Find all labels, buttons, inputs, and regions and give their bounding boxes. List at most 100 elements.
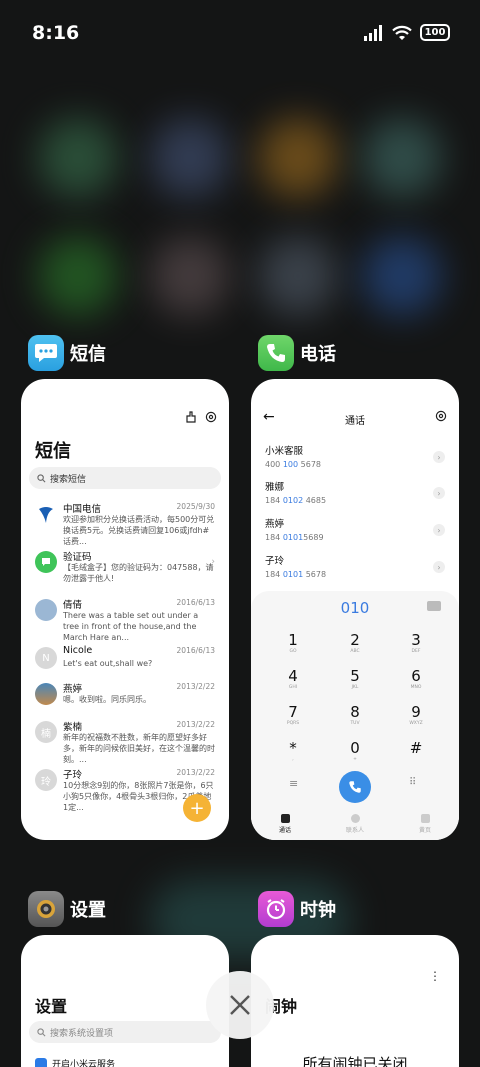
- sender-name: Nicole: [63, 645, 93, 656]
- message-date: 2013/2/22: [176, 768, 215, 777]
- app-header-phone[interactable]: 电话: [258, 335, 336, 371]
- phone-card[interactable]: ← 通话 小米客服 400 100 5678 › 雅娜 184 0102 468…: [251, 379, 459, 840]
- broom-icon[interactable]: [185, 411, 197, 423]
- app-name-clock: 时钟: [300, 900, 336, 921]
- new-message-button[interactable]: +: [183, 794, 211, 822]
- app-name-settings: 设置: [70, 900, 106, 921]
- dial-key-5[interactable]: 5 JKL: [335, 667, 375, 699]
- search-input[interactable]: 搜索系统设置项: [29, 1021, 221, 1043]
- clock-card[interactable]: ⋮ 闹钟 所有闹钟已关闭: [251, 935, 459, 1067]
- settings-card[interactable]: 设置 搜索系统设置项 开启小米云服务: [21, 935, 229, 1067]
- list-item[interactable]: 中国电信 2025/9/30 欢迎参加积分兑换话费活动，每500分可兑换话费5元…: [35, 501, 215, 547]
- contact-number: 184 0102 4685: [265, 496, 327, 505]
- contact-row[interactable]: 燕婷 184 01015689 ›: [265, 516, 445, 550]
- avatar: [35, 599, 57, 621]
- phone-icon: [280, 814, 290, 823]
- contact-number: 184 01015689: [265, 533, 324, 542]
- call-button[interactable]: [339, 771, 371, 803]
- signal-icon: [364, 24, 382, 41]
- messages-card[interactable]: 短信 搜索短信 中国电信 2025/9/30 欢迎参加积分兑换话费活动，每500…: [21, 379, 229, 840]
- wifi-icon: [392, 25, 412, 40]
- dial-key-3[interactable]: 3 DEF: [396, 631, 436, 663]
- app-header-settings[interactable]: 设置: [28, 891, 106, 927]
- message-date: 2025/9/30: [176, 502, 215, 511]
- dial-key-8[interactable]: 8 TUV: [335, 703, 375, 735]
- avatar: 楠: [35, 721, 57, 743]
- page-title: 短信: [35, 441, 71, 462]
- status-time: 8:16: [32, 22, 80, 44]
- dial-key-9[interactable]: 9 WXYZ: [396, 703, 436, 735]
- avatar: [35, 503, 57, 525]
- phone-header: ← 通话: [251, 409, 459, 429]
- dial-key-star[interactable]: *,: [273, 739, 313, 771]
- menu-icon[interactable]: ≡: [289, 777, 298, 790]
- sender-name: 倩倩: [63, 600, 83, 611]
- message-date: 2013/2/22: [176, 682, 215, 691]
- message-date: 2016/6/13: [176, 598, 215, 607]
- search-icon: [37, 1027, 46, 1036]
- dial-key-6[interactable]: 6 MNO: [396, 667, 436, 699]
- message-preview: 新年的祝福数不胜数，新年的愿望好多好多，新年的问候依旧美好，在这个温馨的时刻。.…: [63, 733, 215, 764]
- message-date: 2013/2/22: [176, 720, 215, 729]
- contact-number: 184 0101 5678: [265, 570, 327, 579]
- dial-key-0[interactable]: 0 +: [335, 739, 375, 771]
- message-date: 2016/6/13: [176, 646, 215, 655]
- backspace-icon[interactable]: [427, 601, 441, 611]
- gear-icon[interactable]: [435, 410, 447, 422]
- status-bar: 8:16 100: [0, 0, 480, 70]
- sender-name: 燕婷: [63, 684, 83, 695]
- search-input[interactable]: 搜索短信: [29, 467, 221, 489]
- dial-key-4[interactable]: 4 GHI: [273, 667, 313, 699]
- contact-name: 子玲: [265, 556, 285, 567]
- app-header-clock[interactable]: 时钟: [258, 891, 336, 927]
- chevron-right-icon[interactable]: ›: [433, 487, 445, 499]
- dial-key-2[interactable]: 2 ABC: [335, 631, 375, 663]
- contact-row[interactable]: 雅娜 184 0102 4685 ›: [265, 479, 445, 513]
- chevron-right-icon[interactable]: ›: [433, 524, 445, 536]
- app-header-messages[interactable]: 短信: [28, 335, 106, 371]
- contact-name: 小米客服: [265, 446, 304, 457]
- message-preview: There was a table set out under a tree i…: [63, 611, 199, 642]
- close-icon: [230, 995, 250, 1015]
- clock-app-icon: [258, 891, 294, 927]
- gear-icon[interactable]: [205, 411, 217, 423]
- message-preview: 嗯。收到啦。同乐同乐。: [63, 695, 151, 704]
- tab-calls[interactable]: 通话: [265, 814, 305, 834]
- dialpad: 010 1 GO 2 ABC 3 DEF 4 GHI 5 JKL 6 MNO 7 PQRS 8…: [251, 591, 459, 840]
- contact-row[interactable]: 子玲 184 0101 5678 ›: [265, 553, 445, 587]
- dialpad-toggle-icon[interactable]: ⠿: [409, 777, 416, 788]
- messages-app-icon: [28, 335, 64, 371]
- app-name-phone: 电话: [300, 344, 336, 365]
- phone-icon: [349, 781, 361, 793]
- dial-key-1[interactable]: 1 GO: [273, 631, 313, 663]
- contact-row[interactable]: 小米客服 400 100 5678 ›: [265, 443, 445, 477]
- page-title: 设置: [35, 997, 68, 1016]
- message-preview: Let's eat out,shall we?: [63, 659, 153, 668]
- settings-app-icon: [28, 891, 64, 927]
- page-title: 通话: [345, 416, 365, 427]
- avatar: N: [35, 647, 57, 669]
- cloud-icon: [35, 1057, 47, 1067]
- list-item[interactable]: 倩倩 2016/6/13 There was a table set out u…: [35, 597, 215, 643]
- battery-icon: 100: [420, 24, 450, 41]
- clear-all-button[interactable]: [206, 971, 274, 1039]
- tab-contacts[interactable]: 联系人: [335, 814, 375, 834]
- sender-name: 中国电信: [63, 504, 102, 515]
- chevron-right-icon[interactable]: ›: [433, 451, 445, 463]
- more-options-icon[interactable]: ⋮: [429, 969, 441, 983]
- contact-name: 燕婷: [265, 519, 285, 530]
- bottom-nav: 通话 联系人 黄页: [251, 808, 459, 840]
- tab-yellow-pages[interactable]: 黄页: [405, 814, 445, 834]
- person-icon: [350, 814, 360, 823]
- sender-name: 紫楠: [63, 722, 83, 733]
- chevron-right-icon[interactable]: ›: [433, 561, 445, 573]
- list-item[interactable]: 验证码 › 【毛绒盒子】您的验证码为：047588，请勿泄露于他人!: [35, 549, 215, 595]
- avatar: [35, 683, 57, 705]
- dial-key-hash[interactable]: #: [396, 739, 436, 771]
- message-preview: 欢迎参加积分兑换话费活动，每500分可兑换话费5元。兑换话费请回复106或jfd…: [63, 515, 215, 546]
- list-item[interactable]: 楠 紫楠 2013/2/22 新年的祝福数不胜数，新年的愿望好多好多，新年的问候…: [35, 719, 215, 765]
- settings-item-cloud[interactable]: 开启小米云服务: [35, 1057, 115, 1067]
- contact-name: 雅娜: [265, 482, 285, 493]
- search-placeholder: 搜索短信: [50, 474, 87, 485]
- dial-key-7[interactable]: 7 PQRS: [273, 703, 313, 735]
